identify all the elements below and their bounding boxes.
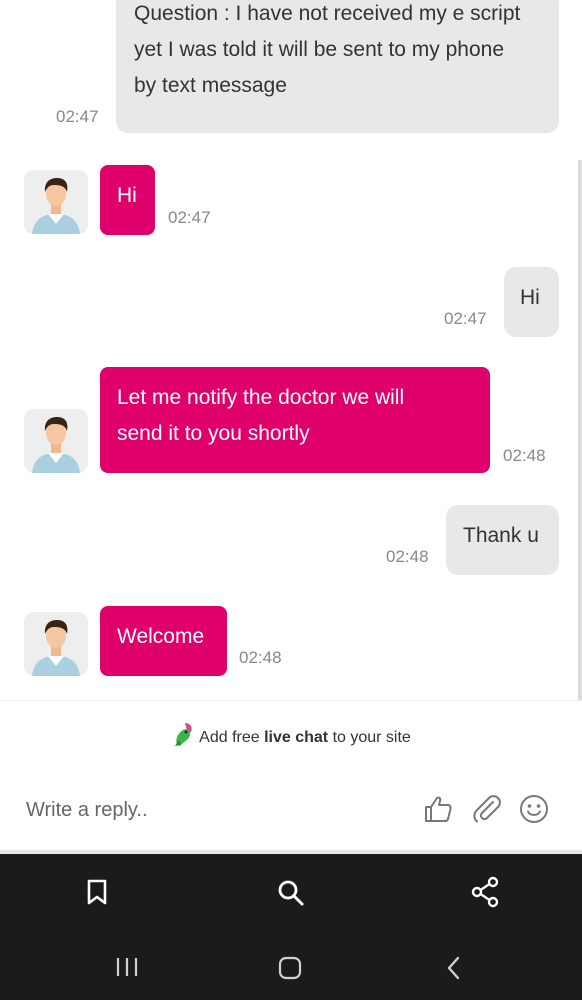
agent-avatar [24, 612, 88, 676]
paperclip-icon [473, 795, 501, 823]
agent-message: Hi [100, 165, 155, 235]
message-time: 02:47 [168, 208, 211, 227]
thumbs-up-button[interactable] [422, 793, 454, 825]
agent-avatar-icon [24, 409, 88, 473]
message-line: by text message [134, 74, 287, 97]
message-line: yet I was told it will be sent to my pho… [134, 38, 505, 61]
reply-input[interactable] [26, 793, 386, 827]
chat-footer: Add free live chat to your site [0, 700, 582, 851]
branding-link[interactable]: Add free live chat to your site [0, 721, 582, 747]
message-time: 02:47 [56, 107, 99, 126]
message-line: send it to you shortly [117, 422, 310, 445]
message-line: Hi [117, 184, 137, 207]
back-icon [447, 956, 460, 980]
agent-avatar-icon [24, 170, 88, 234]
visitor-message: Question : I have not received my e scri… [116, 0, 559, 133]
chat-scrollbar[interactable] [578, 160, 582, 700]
message-line: Thank u [463, 524, 539, 547]
agent-avatar [24, 409, 88, 473]
smiley-icon [520, 795, 548, 823]
message-time: 02:48 [386, 547, 429, 566]
bookmark-button[interactable] [84, 878, 110, 911]
search-button[interactable] [276, 878, 306, 913]
thumbs-up-icon [425, 796, 452, 822]
branding-suffix: to your site [328, 729, 411, 746]
home-icon [278, 956, 302, 980]
recent-apps-icon [116, 958, 138, 976]
recent-apps-button[interactable] [114, 956, 140, 983]
agent-avatar [24, 170, 88, 234]
branding-bold: live chat [264, 729, 329, 746]
branding-prefix: Add free [199, 729, 265, 746]
browser-toolbar [0, 854, 582, 930]
system-navigation-bar [0, 930, 582, 1000]
agent-message: Let me notify the doctor we will send it… [100, 367, 490, 473]
emoji-button[interactable] [518, 793, 550, 825]
message-line: Hi [520, 286, 540, 309]
message-time: 02:48 [239, 648, 282, 667]
agent-avatar-icon [24, 612, 88, 676]
message-time: 02:47 [444, 309, 487, 328]
message-line: Let me notify the doctor we will [117, 386, 405, 409]
visitor-message: Hi [504, 267, 559, 337]
parrot-logo-icon [175, 723, 192, 746]
chat-transcript: Question : I have not received my e scri… [0, 0, 582, 700]
share-button[interactable] [470, 876, 500, 913]
bookmark-icon [87, 879, 107, 905]
attach-button[interactable] [471, 793, 503, 825]
message-line: Welcome [117, 625, 205, 648]
agent-message: Welcome [100, 606, 227, 676]
visitor-message: Thank u [446, 505, 559, 575]
message-time: 02:48 [503, 446, 546, 465]
home-button[interactable] [278, 956, 302, 985]
share-icon [471, 876, 499, 908]
search-icon [278, 880, 304, 906]
back-button[interactable] [444, 956, 464, 985]
message-line: Question : I have not received my e scri… [134, 2, 521, 25]
